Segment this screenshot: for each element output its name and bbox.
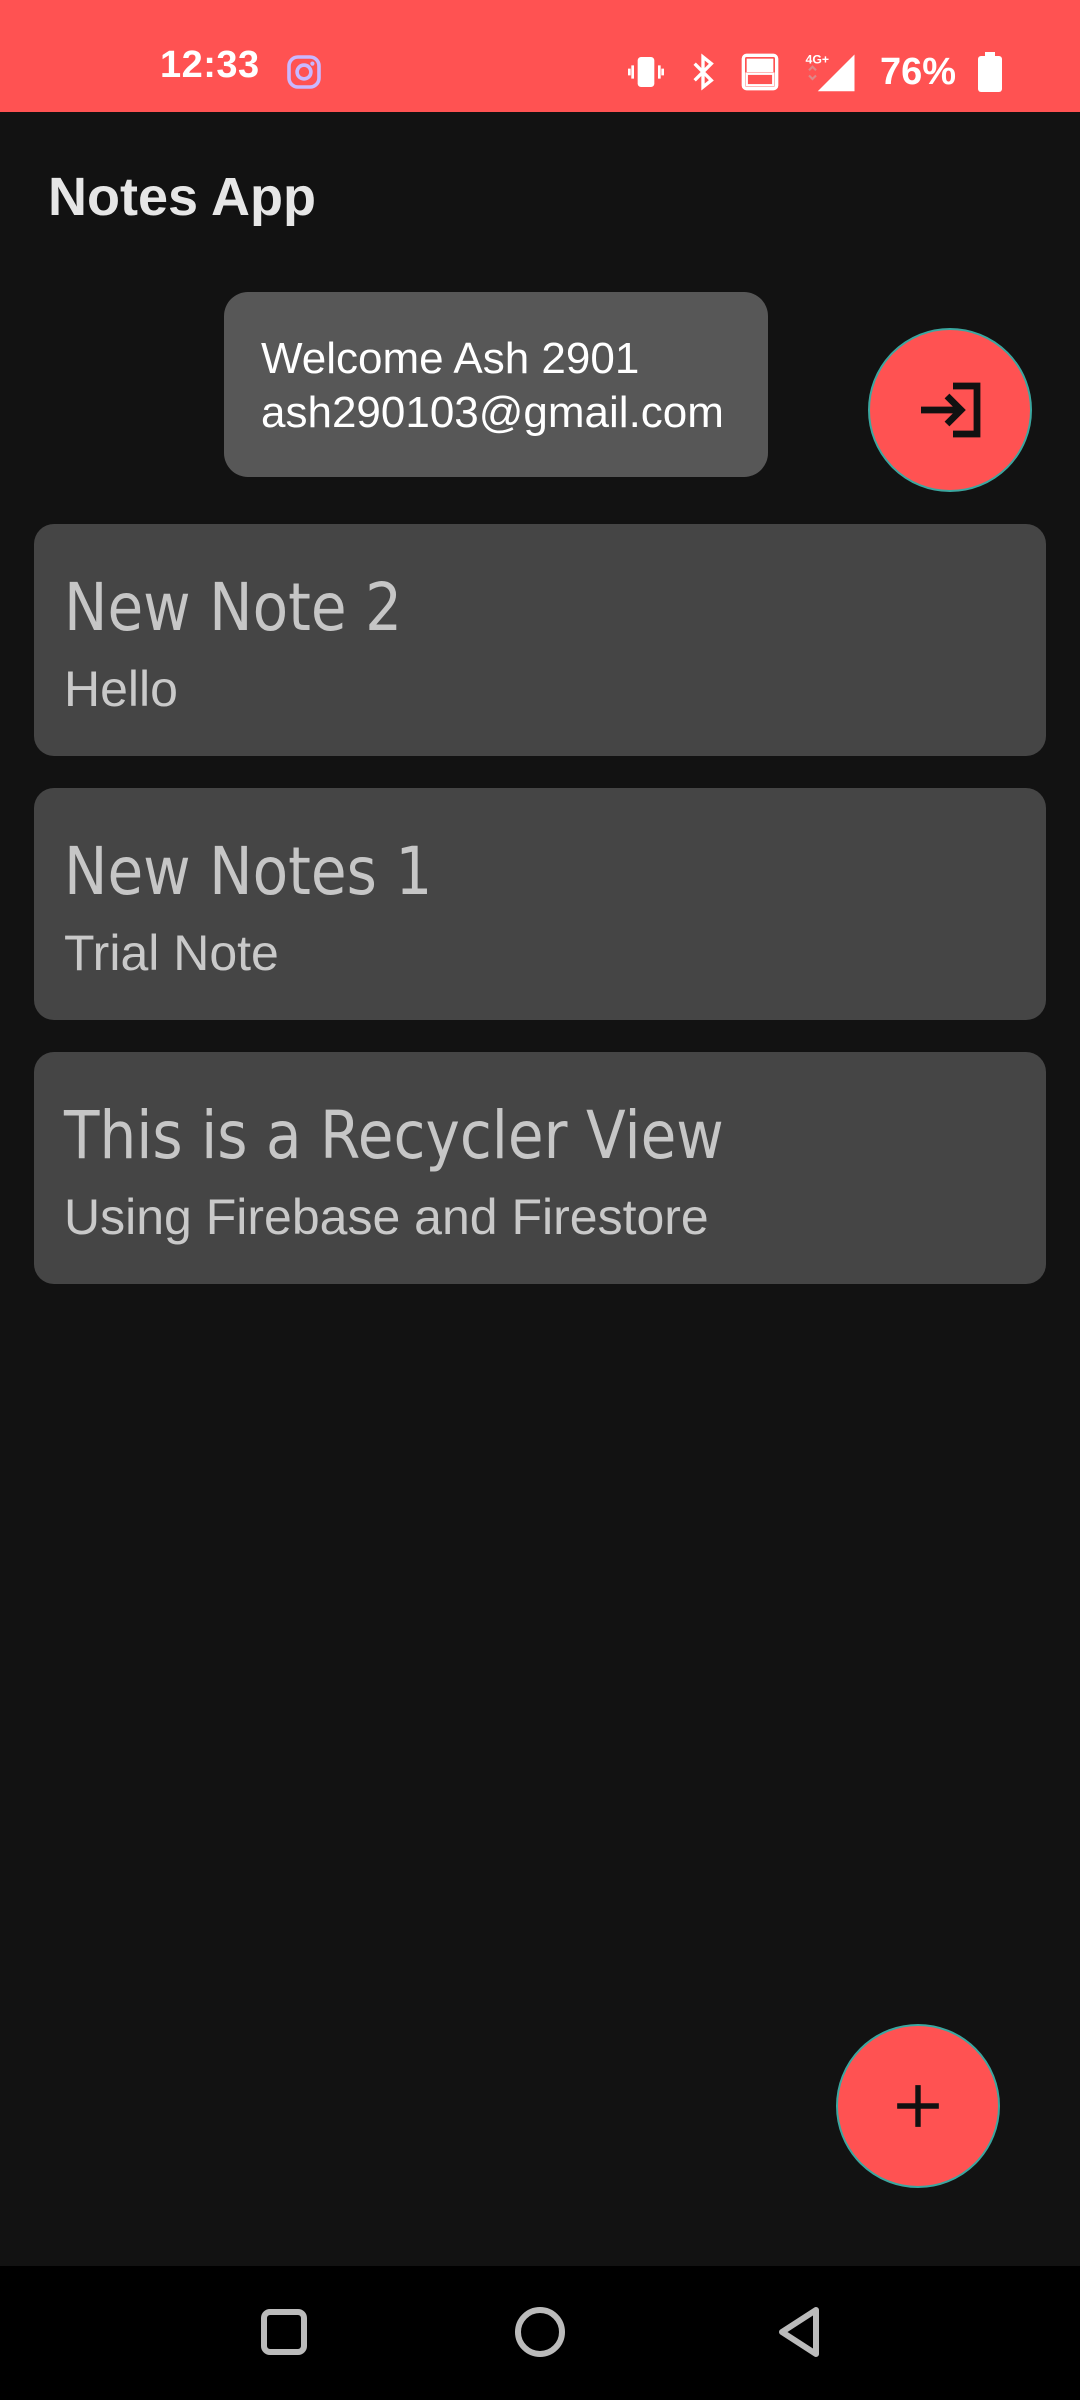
note-card[interactable]: This is a Recycler View Using Firebase a… bbox=[34, 1052, 1046, 1284]
login-arrow-icon bbox=[921, 382, 981, 438]
volte-icon bbox=[741, 53, 779, 91]
navigation-bar bbox=[0, 2266, 1080, 2400]
note-content: Trial Note bbox=[64, 925, 279, 981]
status-icons: 4G+ 76% bbox=[626, 48, 1002, 96]
note-title: New Note 2 bbox=[64, 569, 403, 646]
logout-button[interactable] bbox=[868, 328, 1032, 492]
note-content: Using Firebase and Firestore bbox=[64, 1189, 709, 1245]
add-note-button[interactable] bbox=[836, 2024, 1000, 2188]
note-title: This is a Recycler View bbox=[64, 1097, 724, 1174]
back-triangle-icon[interactable] bbox=[772, 2304, 828, 2360]
welcome-email: ash290103@gmail.com bbox=[261, 388, 724, 437]
instagram-icon bbox=[287, 55, 321, 89]
welcome-card: Welcome Ash 2901 ash290103@gmail.com bbox=[224, 292, 768, 477]
plus-icon bbox=[897, 2085, 939, 2127]
home-circle-icon[interactable] bbox=[512, 2304, 568, 2360]
note-content: Hello bbox=[64, 661, 178, 717]
4g-signal-icon: 4G+ bbox=[805, 52, 855, 92]
recents-square-icon[interactable] bbox=[256, 2304, 312, 2360]
status-time: 12:33 bbox=[160, 44, 260, 86]
welcome-name: Welcome Ash 2901 bbox=[261, 334, 640, 383]
bluetooth-icon bbox=[693, 53, 714, 91]
status-bar: 12:33 4G+ 76% bbox=[0, 0, 1080, 112]
svg-text:4G+: 4G+ bbox=[805, 52, 829, 66]
vibrate-icon bbox=[627, 57, 664, 87]
note-card[interactable]: New Notes 1 Trial Note bbox=[34, 788, 1046, 1020]
app-title: Notes App bbox=[48, 167, 316, 227]
battery-percent: 76% bbox=[879, 50, 956, 93]
note-card[interactable]: New Note 2 Hello bbox=[34, 524, 1046, 756]
battery-icon bbox=[978, 52, 1002, 92]
note-title: New Notes 1 bbox=[64, 833, 433, 910]
